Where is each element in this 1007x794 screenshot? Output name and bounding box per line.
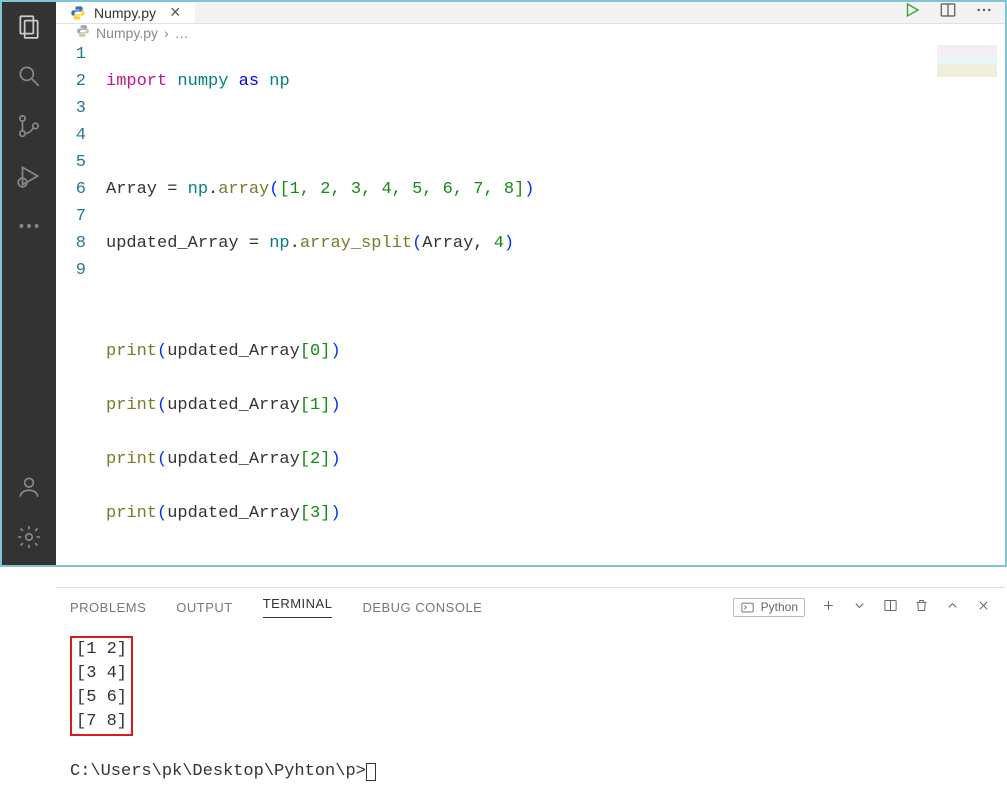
- settings-icon[interactable]: [15, 523, 43, 551]
- minimap[interactable]: [937, 45, 997, 77]
- run-button[interactable]: [903, 1, 921, 24]
- breadcrumb-filename: Numpy.py: [96, 25, 158, 41]
- tab-filename: Numpy.py: [94, 5, 156, 21]
- code-content: import numpy as np Array = np.array([1, …: [106, 41, 1005, 581]
- trash-icon[interactable]: [914, 598, 929, 616]
- terminal-content[interactable]: [1 2] [3 4] [5 6] [7 8] C:\Users\pk\Desk…: [56, 626, 1005, 794]
- close-panel-icon[interactable]: [976, 598, 991, 616]
- panel-tabs: PROBLEMS OUTPUT TERMINAL DEBUG CONSOLE P…: [56, 588, 1005, 626]
- terminal-cursor: [366, 763, 376, 781]
- terminal-output-highlight: [1 2] [3 4] [5 6] [7 8]: [70, 636, 133, 736]
- breadcrumb[interactable]: Numpy.py › …: [56, 24, 1005, 41]
- code-editor[interactable]: 1 2 3 4 5 6 7 8 9 import numpy as np Arr…: [56, 41, 1005, 587]
- close-icon[interactable]: ×: [170, 2, 181, 23]
- split-terminal-icon[interactable]: [883, 598, 898, 616]
- source-control-icon[interactable]: [15, 112, 43, 140]
- run-debug-icon[interactable]: [15, 162, 43, 190]
- terminal-prompt: C:\Users\pk\Desktop\Pyhton\p>: [70, 762, 366, 781]
- tab-problems[interactable]: PROBLEMS: [70, 600, 146, 615]
- account-icon[interactable]: [15, 473, 43, 501]
- chevron-down-icon[interactable]: [852, 598, 867, 616]
- python-icon: [70, 5, 86, 21]
- maximize-panel-icon[interactable]: [945, 598, 960, 616]
- python-icon: [76, 24, 90, 41]
- tab-terminal[interactable]: TERMINAL: [263, 596, 333, 618]
- more-actions-icon[interactable]: [975, 1, 993, 24]
- explorer-icon[interactable]: [15, 12, 43, 40]
- editor-tabs: Numpy.py ×: [56, 2, 1005, 24]
- new-terminal-icon[interactable]: [821, 598, 836, 616]
- split-editor-icon[interactable]: [939, 1, 957, 24]
- tab-output[interactable]: OUTPUT: [176, 600, 232, 615]
- activity-bar: [2, 2, 56, 565]
- tab-debug-console[interactable]: DEBUG CONSOLE: [362, 600, 482, 615]
- line-numbers: 1 2 3 4 5 6 7 8 9: [56, 41, 106, 581]
- bottom-panel: PROBLEMS OUTPUT TERMINAL DEBUG CONSOLE P…: [56, 587, 1005, 794]
- tab-numpy[interactable]: Numpy.py ×: [56, 2, 195, 23]
- search-icon[interactable]: [15, 62, 43, 90]
- interpreter-select[interactable]: Python: [733, 598, 805, 617]
- breadcrumb-more: …: [175, 25, 189, 41]
- breadcrumb-sep: ›: [164, 25, 169, 41]
- more-icon[interactable]: [15, 212, 43, 240]
